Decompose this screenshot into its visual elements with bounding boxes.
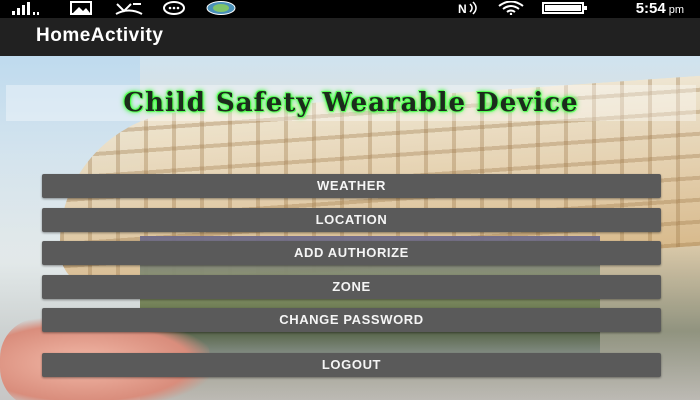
weather-button[interactable]: WEATHER — [42, 174, 661, 198]
chat-icon — [162, 1, 186, 15]
zone-button[interactable]: ZONE — [42, 275, 661, 299]
add-authorize-button[interactable]: ADD AUTHORIZE — [42, 241, 661, 265]
battery-icon — [542, 1, 588, 15]
nfc-icon: N — [458, 1, 488, 15]
image-icon — [70, 1, 92, 15]
svg-text:N: N — [458, 2, 467, 15]
signal-bars-icon — [12, 1, 40, 15]
status-bar: N 5:54 pm — [0, 0, 700, 18]
banner-title: Child Safety Wearable Device — [123, 88, 579, 118]
toolbar-title: HomeActivity — [36, 25, 164, 46]
clock: 5:54 pm — [636, 0, 684, 17]
clock-ampm: pm — [668, 4, 684, 16]
app-banner: Child Safety Wearable Device — [6, 85, 696, 121]
logout-button[interactable]: LOGOUT — [42, 353, 661, 377]
missed-call-icon — [115, 1, 143, 15]
location-button[interactable]: LOCATION — [42, 208, 661, 232]
clock-time: 5:54 — [635, 0, 666, 17]
wifi-icon — [498, 1, 524, 15]
change-password-button[interactable]: CHANGE PASSWORD — [42, 308, 661, 332]
app-icon — [206, 1, 236, 15]
app-toolbar: HomeActivity — [0, 18, 700, 56]
